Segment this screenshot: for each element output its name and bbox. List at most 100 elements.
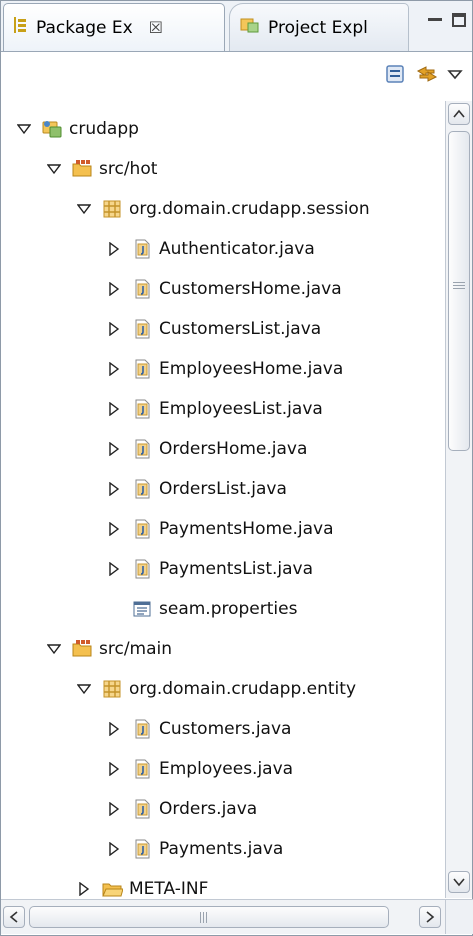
tree-item-label: org.domain.crudapp.session xyxy=(129,199,370,219)
source-folder-icon xyxy=(71,638,93,660)
package-explorer-icon xyxy=(12,16,28,39)
tree-item[interactable]: Customers.java xyxy=(105,709,291,749)
collapsed-arrow-icon[interactable] xyxy=(105,562,123,576)
expanded-arrow-icon[interactable] xyxy=(15,123,33,135)
expanded-arrow-icon[interactable] xyxy=(45,163,63,175)
java-file-icon xyxy=(131,718,153,740)
tree-item[interactable]: PaymentsHome.java xyxy=(105,509,334,549)
tree-item[interactable]: org.domain.crudapp.session xyxy=(75,189,370,229)
vertical-scroll-thumb[interactable] xyxy=(448,131,470,451)
project-icon xyxy=(41,118,63,140)
java-file-icon xyxy=(131,758,153,780)
tree-item-label: OrdersHome.java xyxy=(159,439,308,459)
view-tab-bar: Package Ex ☒ Project Expl xyxy=(1,1,472,52)
tree-item[interactable]: src/hot xyxy=(45,149,157,189)
scroll-down-button[interactable] xyxy=(448,871,470,893)
scroll-right-button[interactable] xyxy=(419,906,441,928)
collapsed-arrow-icon[interactable] xyxy=(105,362,123,376)
project-explorer-icon xyxy=(240,16,260,39)
link-with-editor-icon[interactable] xyxy=(415,62,439,86)
tree-item[interactable]: Authenticator.java xyxy=(105,229,315,269)
collapsed-arrow-icon[interactable] xyxy=(105,322,123,336)
tree-item[interactable]: Payments.java xyxy=(105,829,283,869)
package-icon xyxy=(101,198,123,220)
tree-item-label: CustomersList.java xyxy=(159,319,322,339)
package-explorer-view: Package Ex ☒ Project Expl crudapp src/ho… xyxy=(0,0,473,936)
java-file-icon xyxy=(131,518,153,540)
expanded-arrow-icon[interactable] xyxy=(75,683,93,695)
tree-item-label: src/main xyxy=(99,639,173,659)
collapsed-arrow-icon[interactable] xyxy=(105,722,123,736)
minimize-icon[interactable] xyxy=(428,13,442,27)
tree-item-label: crudapp xyxy=(69,119,139,139)
collapsed-arrow-icon[interactable] xyxy=(105,242,123,256)
collapsed-arrow-icon[interactable] xyxy=(105,522,123,536)
tree-item[interactable]: CustomersList.java xyxy=(105,309,321,349)
java-file-icon xyxy=(131,278,153,300)
scroll-left-button[interactable] xyxy=(3,906,25,928)
vertical-scrollbar[interactable] xyxy=(445,101,472,898)
java-file-icon xyxy=(131,398,153,420)
tree-item-label: Employees.java xyxy=(159,759,294,779)
close-icon[interactable]: ☒ xyxy=(149,18,163,37)
tree-item[interactable]: PaymentsList.java xyxy=(105,549,313,589)
tree-item-label: EmployeesList.java xyxy=(159,399,323,419)
horizontal-scrollbar[interactable] xyxy=(1,899,445,934)
java-file-icon xyxy=(131,318,153,340)
properties-file-icon xyxy=(131,598,153,620)
tree-item[interactable]: OrdersHome.java xyxy=(105,429,307,469)
tree-item[interactable]: OrdersList.java xyxy=(105,469,287,509)
collapsed-arrow-icon[interactable] xyxy=(105,402,123,416)
tree-item-label: PaymentsList.java xyxy=(159,559,314,579)
tree-item[interactable]: CustomersHome.java xyxy=(105,269,342,309)
scroll-up-button[interactable] xyxy=(448,103,470,125)
view-menu-icon[interactable] xyxy=(445,62,469,86)
java-file-icon xyxy=(131,438,153,460)
tab-label: Project Expl xyxy=(268,17,368,38)
collapsed-arrow-icon[interactable] xyxy=(105,802,123,816)
collapsed-arrow-icon[interactable] xyxy=(75,882,93,896)
tree-item[interactable]: Orders.java xyxy=(105,789,257,829)
java-file-icon xyxy=(131,558,153,580)
tree-item[interactable]: crudapp xyxy=(15,109,139,149)
collapsed-arrow-icon[interactable] xyxy=(105,442,123,456)
java-file-icon xyxy=(131,358,153,380)
view-toolbar xyxy=(1,52,472,98)
tree-item[interactable]: EmployeesHome.java xyxy=(105,349,343,389)
scrollbar-corner xyxy=(445,899,473,934)
java-file-icon xyxy=(131,798,153,820)
java-file-icon xyxy=(131,838,153,860)
tree-item[interactable]: src/main xyxy=(45,629,172,669)
tree-item[interactable]: seam.properties xyxy=(105,589,297,629)
collapsed-arrow-icon[interactable] xyxy=(105,482,123,496)
tab-label: Package Ex xyxy=(36,17,133,38)
horizontal-scroll-thumb[interactable] xyxy=(29,906,389,928)
tree-item-label: Customers.java xyxy=(159,719,292,739)
collapsed-arrow-icon[interactable] xyxy=(105,282,123,296)
tree-item-label: seam.properties xyxy=(159,599,298,619)
tree-item[interactable]: org.domain.crudapp.entity xyxy=(75,669,356,709)
collapsed-arrow-icon[interactable] xyxy=(105,842,123,856)
package-icon xyxy=(101,678,123,700)
folder-icon xyxy=(101,878,123,898)
package-tree[interactable]: crudapp src/hot org.domain.crudapp.session… xyxy=(1,101,444,898)
tree-item-label: Authenticator.java xyxy=(159,239,315,259)
collapsed-arrow-icon[interactable] xyxy=(105,762,123,776)
tree-item-label: META-INF xyxy=(129,879,209,898)
tree-item[interactable]: Employees.java xyxy=(105,749,293,789)
java-file-icon xyxy=(131,238,153,260)
tree-item-label: Orders.java xyxy=(159,799,258,819)
tab-project-explorer[interactable]: Project Expl xyxy=(229,3,409,51)
tree-item[interactable]: EmployeesList.java xyxy=(105,389,323,429)
expanded-arrow-icon[interactable] xyxy=(75,203,93,215)
source-folder-icon xyxy=(71,158,93,180)
tree-item-label: org.domain.crudapp.entity xyxy=(129,679,357,699)
expanded-arrow-icon[interactable] xyxy=(45,643,63,655)
tree-item-label: src/hot xyxy=(99,159,158,179)
tree-item[interactable]: META-INF xyxy=(75,869,208,898)
tree-item-label: PaymentsHome.java xyxy=(159,519,334,539)
maximize-icon[interactable] xyxy=(452,13,466,27)
collapse-all-icon[interactable] xyxy=(383,62,407,86)
tree-item-label: CustomersHome.java xyxy=(159,279,342,299)
tab-package-explorer[interactable]: Package Ex ☒ xyxy=(3,3,225,51)
